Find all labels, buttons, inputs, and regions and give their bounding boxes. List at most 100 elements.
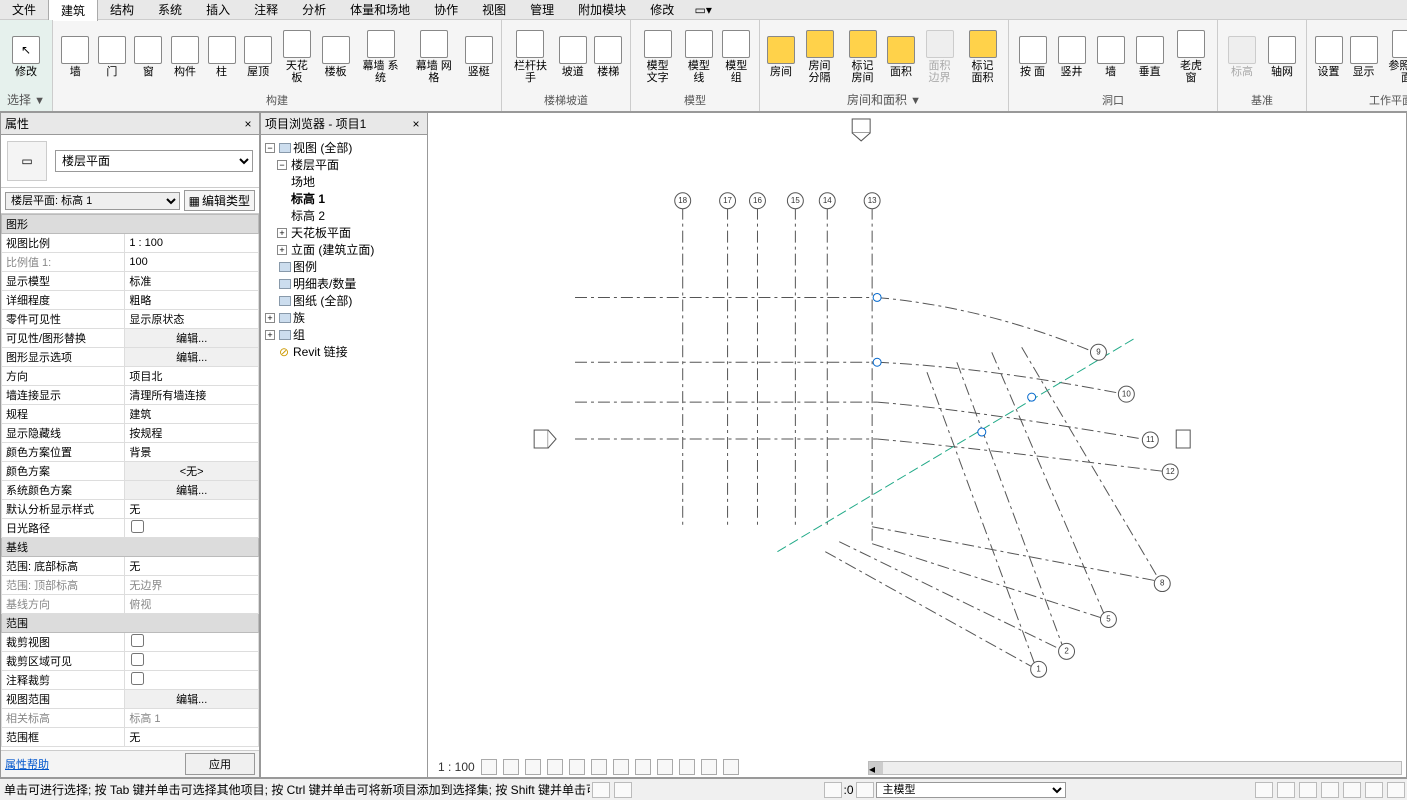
menu-structure[interactable]: 结构 <box>98 0 146 20</box>
menu-file[interactable]: 文件 <box>0 0 48 20</box>
expand-icon[interactable]: − <box>277 160 287 170</box>
view-scale-button[interactable]: 1 : 100 <box>438 760 475 774</box>
constraints-icon[interactable] <box>723 759 739 775</box>
menu-insert[interactable]: 插入 <box>194 0 242 20</box>
model-text-button[interactable]: 模型 文字 <box>635 22 680 92</box>
view-range-button[interactable]: 编辑... <box>125 690 259 709</box>
grid-bubbles-right[interactable]: 9 10 11 12 8 5 2 1 <box>1031 344 1179 677</box>
drawing-canvas[interactable]: 18 17 16 15 14 13 9 10 11 12 8 5 2 1 <box>428 112 1407 778</box>
menu-collaborate[interactable]: 协作 <box>422 0 470 20</box>
tag-room-button[interactable]: 标记 房间 <box>841 22 884 91</box>
sun-path-icon[interactable] <box>525 759 541 775</box>
modify-button[interactable]: ↖ 修改 <box>4 22 48 91</box>
elevation-marker-west[interactable] <box>534 430 556 448</box>
shadows-icon[interactable] <box>547 759 563 775</box>
properties-close-button[interactable]: × <box>241 117 255 131</box>
temp-hide-icon[interactable] <box>657 759 673 775</box>
reveal-icon[interactable] <box>679 759 695 775</box>
graphic-options-button[interactable]: 编辑... <box>125 348 259 367</box>
room-separator-button[interactable]: 房间 分隔 <box>798 22 841 91</box>
crop-visible-checkbox[interactable] <box>131 653 144 666</box>
status-tool-3[interactable] <box>1299 782 1317 798</box>
column-button[interactable]: 柱 <box>203 22 240 92</box>
ramp-button[interactable]: 坡道 <box>555 22 591 92</box>
elevation-marker-north[interactable] <box>852 119 870 141</box>
edit-type-button[interactable]: ▦编辑类型 <box>184 190 255 211</box>
properties-grid[interactable]: 图形 视图比例1 : 100 比例值 1:100 显示模型标准 详细程度粗略 零… <box>1 214 259 750</box>
detail-level-icon[interactable] <box>481 759 497 775</box>
expand-icon[interactable]: + <box>265 313 275 323</box>
menu-analyze[interactable]: 分析 <box>290 0 338 20</box>
unhide-icon[interactable] <box>635 759 651 775</box>
ref-plane-button[interactable]: 参照 平面 <box>1381 22 1407 92</box>
model-line-button[interactable]: 模型 线 <box>680 22 717 92</box>
sun-path-checkbox[interactable] <box>131 520 144 533</box>
apply-button[interactable]: 应用 <box>185 753 255 775</box>
ceiling-button[interactable]: 天花板 <box>276 22 317 92</box>
dormer-button[interactable]: 老虎窗 <box>1169 22 1213 92</box>
instance-dropdown[interactable]: 楼层平面: 标高 1 <box>5 192 180 210</box>
menu-massing[interactable]: 体量和场地 <box>338 0 422 20</box>
crop-icon[interactable] <box>591 759 607 775</box>
status-tool-5[interactable] <box>1343 782 1361 798</box>
status-tool-7[interactable] <box>1387 782 1405 798</box>
component-button[interactable]: 构件 <box>167 22 204 92</box>
railing-button[interactable]: 栏杆扶手 <box>506 22 555 92</box>
status-tool-4[interactable] <box>1321 782 1339 798</box>
stair-button[interactable]: 楼梯 <box>590 22 626 92</box>
menu-annotate[interactable]: 注释 <box>242 0 290 20</box>
status-tool-1[interactable] <box>1255 782 1273 798</box>
properties-help-link[interactable]: 属性帮助 <box>5 756 177 772</box>
room-button[interactable]: 房间 <box>764 22 798 91</box>
expand-icon[interactable]: − <box>265 143 275 153</box>
menu-view[interactable]: 视图 <box>470 0 518 20</box>
sys-color-button[interactable]: 编辑... <box>125 481 259 500</box>
menu-manage[interactable]: 管理 <box>518 0 566 20</box>
roof-button[interactable]: 屋顶 <box>240 22 277 92</box>
wall-opening-button[interactable]: 墙 <box>1091 22 1130 92</box>
curtain-grid-button[interactable]: 幕墙 网格 <box>407 22 460 92</box>
grid-bubbles-top[interactable]: 18 17 16 15 14 13 <box>675 193 880 209</box>
expand-icon[interactable]: + <box>265 330 275 340</box>
menu-architecture[interactable]: 建筑 <box>48 0 98 21</box>
selection-count-icon[interactable] <box>824 782 842 798</box>
area-button[interactable]: 面积 <box>884 22 918 91</box>
mullion-button[interactable]: 竖梃 <box>460 22 497 92</box>
anno-crop-checkbox[interactable] <box>131 672 144 685</box>
horizontal-scrollbar[interactable]: ◂ <box>868 761 1402 775</box>
floor-button[interactable]: 楼板 <box>317 22 354 92</box>
expand-icon[interactable]: + <box>277 245 287 255</box>
model-group-button[interactable]: 模型 组 <box>718 22 755 92</box>
curtain-system-button[interactable]: 幕墙 系统 <box>354 22 407 92</box>
set-workplane-button[interactable]: 设置 <box>1311 22 1346 92</box>
grid-button[interactable]: 轴网 <box>1262 22 1302 92</box>
vertical-opening-button[interactable]: 垂直 <box>1130 22 1169 92</box>
shaft-button[interactable]: 竖井 <box>1052 22 1091 92</box>
browser-close-button[interactable]: × <box>409 117 423 131</box>
crop-view-checkbox[interactable] <box>131 634 144 647</box>
analytical-icon[interactable] <box>701 759 717 775</box>
elevation-marker-east[interactable] <box>1176 430 1190 448</box>
tag-area-button[interactable]: 标记 面积 <box>961 22 1004 91</box>
menu-overflow-icon[interactable]: ▭▾ <box>694 3 712 17</box>
status-tool-2[interactable] <box>1277 782 1295 798</box>
tree-node-level1[interactable]: 标高 1 <box>291 190 325 207</box>
menu-systems[interactable]: 系统 <box>146 0 194 20</box>
window-button[interactable]: 窗 <box>130 22 167 92</box>
status-icon-2[interactable] <box>614 782 632 798</box>
project-tree[interactable]: −视图 (全部) −楼层平面 场地 标高 1 标高 2 +天花板平面 +立面 (… <box>261 135 427 777</box>
door-button[interactable]: 门 <box>94 22 131 92</box>
menu-modify[interactable]: 修改 <box>638 0 686 20</box>
menu-addins[interactable]: 附加模块 <box>566 0 638 20</box>
show-workplane-button[interactable]: 显示 <box>1346 22 1381 92</box>
visual-style-icon[interactable] <box>503 759 519 775</box>
status-tool-6[interactable] <box>1365 782 1383 798</box>
filter-icon[interactable] <box>856 782 874 798</box>
crop-region-icon[interactable] <box>613 759 629 775</box>
wall-button[interactable]: 墙 <box>57 22 94 92</box>
expand-icon[interactable]: + <box>277 228 287 238</box>
status-icon-1[interactable] <box>592 782 610 798</box>
vis-override-button[interactable]: 编辑... <box>125 329 259 348</box>
color-scheme-button[interactable]: <无> <box>125 462 259 481</box>
by-face-button[interactable]: 按 面 <box>1013 22 1052 92</box>
